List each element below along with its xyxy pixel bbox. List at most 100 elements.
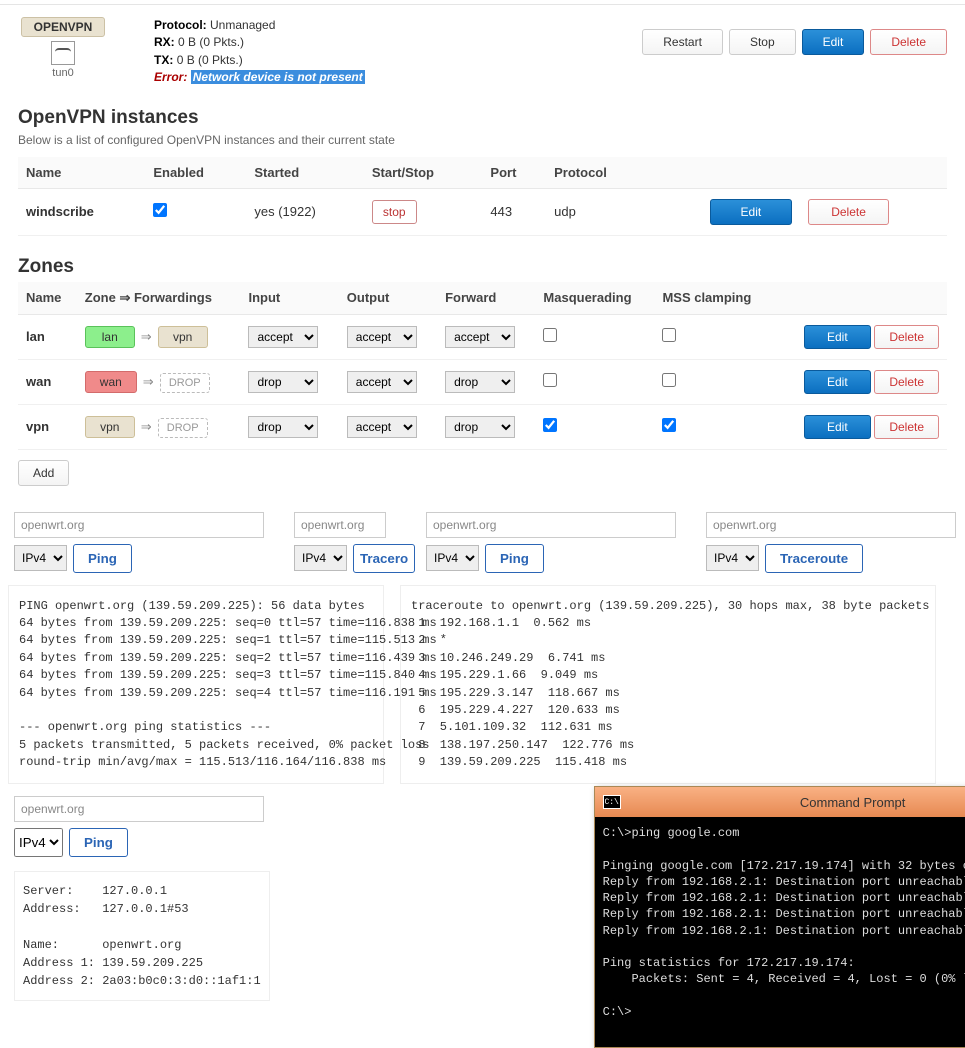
output-select[interactable]: accept — [347, 326, 417, 348]
error-value: Network device is not present — [191, 70, 365, 84]
proto-value: udp — [546, 188, 650, 235]
masq-checkbox[interactable] — [543, 418, 557, 432]
interface-badge: OPENVPN — [21, 17, 106, 37]
zcol-masq: Masquerading — [535, 282, 654, 315]
tx-label: TX: — [154, 53, 173, 67]
masq-checkbox[interactable] — [543, 373, 557, 387]
zcol-forward: Forward — [437, 282, 535, 315]
output-select[interactable]: accept — [347, 371, 417, 393]
enabled-checkbox[interactable] — [153, 203, 167, 217]
traceroute-button-1[interactable]: Tracero — [353, 544, 415, 573]
zone-row: wanwan⇒DROPdropacceptdropEdit Delete — [18, 359, 947, 404]
proto-label: Protocol: — [154, 18, 207, 32]
zone-name: lan — [26, 329, 45, 344]
instance-stop-button[interactable]: stop — [372, 200, 417, 224]
zones-title: Zones — [18, 256, 947, 278]
interface-actions: Restart Stop Edit Delete — [642, 17, 947, 55]
zone-row: vpnvpn⇒DROPdropacceptdropEdit Delete — [18, 404, 947, 449]
proto-value: Unmanaged — [210, 18, 275, 32]
restart-button[interactable]: Restart — [642, 29, 723, 55]
mss-checkbox[interactable] — [662, 328, 676, 342]
zone-dst: DROP — [160, 373, 210, 393]
col-started: Started — [246, 157, 363, 189]
ovpn-title: OpenVPN instances — [18, 107, 947, 129]
zone-delete-button[interactable]: Delete — [874, 325, 939, 349]
col-port: Port — [482, 157, 546, 189]
forward-select[interactable]: drop — [445, 416, 515, 438]
zone-src: vpn — [85, 416, 135, 438]
zone-name: wan — [26, 374, 51, 389]
col-name: Name — [18, 157, 145, 189]
tunnel-icon — [51, 41, 75, 65]
tx-value: 0 B (0 Pkts.) — [177, 53, 243, 67]
zcol-zf: Zone ⇒ Forwardings — [77, 282, 241, 315]
diag-host-input-2[interactable] — [294, 512, 386, 538]
diag-host-input-1[interactable] — [14, 512, 264, 538]
error-label: Error: — [154, 70, 187, 84]
zone-edit-button[interactable]: Edit — [804, 325, 871, 349]
zone-src: wan — [85, 371, 137, 393]
ovpn-table: Name Enabled Started Start/Stop Port Pro… — [18, 157, 947, 236]
zone-dst: vpn — [158, 326, 208, 348]
ovpn-sub: Below is a list of configured OpenVPN in… — [18, 133, 947, 147]
zones-table: Name Zone ⇒ Forwardings Input Output For… — [18, 282, 947, 450]
input-select[interactable]: drop — [248, 371, 318, 393]
instance-delete-button[interactable]: Delete — [808, 199, 889, 225]
edit-button[interactable]: Edit — [802, 29, 865, 55]
interface-devname: tun0 — [18, 67, 108, 79]
masq-checkbox[interactable] — [543, 328, 557, 342]
stop-button[interactable]: Stop — [729, 29, 796, 55]
ipver-select-1[interactable]: IPv4 — [14, 545, 67, 571]
diag-host-input-5[interactable] — [14, 796, 264, 822]
input-select[interactable]: drop — [248, 416, 318, 438]
zcol-name: Name — [18, 282, 77, 315]
port-value: 443 — [482, 188, 546, 235]
col-proto: Protocol — [546, 157, 650, 189]
zcol-mss: MSS clamping — [654, 282, 774, 315]
ipver-select-3[interactable]: IPv4 — [426, 545, 479, 571]
ping-button-2[interactable]: Ping — [485, 544, 544, 573]
col-enabled: Enabled — [145, 157, 246, 189]
ipver-select-5[interactable]: IPv4 — [14, 828, 63, 857]
started-value: yes (1922) — [246, 188, 363, 235]
zone-edit-button[interactable]: Edit — [804, 370, 871, 394]
mss-checkbox[interactable] — [662, 418, 676, 432]
add-zone-button[interactable]: Add — [18, 460, 69, 486]
traceroute-button-2[interactable]: Traceroute — [765, 544, 863, 573]
input-select[interactable]: accept — [248, 326, 318, 348]
arrow-icon: ⇒ — [137, 374, 160, 389]
zone-delete-button[interactable]: Delete — [874, 415, 939, 439]
delete-button[interactable]: Delete — [870, 29, 947, 55]
interface-info: Protocol: Unmanaged RX: 0 B (0 Pkts.) TX… — [154, 17, 365, 87]
ipver-select-4[interactable]: IPv4 — [706, 545, 759, 571]
forward-select[interactable]: drop — [445, 371, 515, 393]
ipver-select-2[interactable]: IPv4 — [294, 545, 347, 571]
interface-row: OPENVPN tun0 Protocol: Unmanaged RX: 0 B… — [0, 9, 965, 95]
zone-dst: DROP — [158, 418, 208, 438]
cmd-titlebar[interactable]: C:\ Command Prompt — ▢ ✕ — [595, 787, 965, 817]
diag-row-top: IPv4 Ping IPv4 Tracero IPv4 Ping IPv4 Tr… — [0, 504, 965, 581]
zone-name: vpn — [26, 419, 49, 434]
cmd-title: Command Prompt — [627, 795, 965, 810]
cmd-body[interactable]: C:\>ping google.com Pinging google.com [… — [595, 817, 965, 1047]
col-startstop: Start/Stop — [364, 157, 483, 189]
zone-delete-button[interactable]: Delete — [874, 370, 939, 394]
ovpn-row: windscribe yes (1922) stop 443 udp Edit … — [18, 188, 947, 235]
forward-select[interactable]: accept — [445, 326, 515, 348]
mss-checkbox[interactable] — [662, 373, 676, 387]
ping-button-1[interactable]: Ping — [73, 544, 132, 573]
zone-edit-button[interactable]: Edit — [804, 415, 871, 439]
ping-button-3[interactable]: Ping — [69, 828, 128, 857]
instance-edit-button[interactable]: Edit — [710, 199, 793, 225]
interface-box: OPENVPN tun0 — [18, 17, 108, 79]
output-select[interactable]: accept — [347, 416, 417, 438]
command-prompt-window: C:\ Command Prompt — ▢ ✕ C:\>ping google… — [594, 786, 965, 1048]
diag-host-input-4[interactable] — [706, 512, 956, 538]
traceroute-output: traceroute to openwrt.org (139.59.209.22… — [400, 585, 936, 785]
ping-output: PING openwrt.org (139.59.209.225): 56 da… — [8, 585, 384, 785]
zone-row: lanlan⇒vpnacceptacceptacceptEdit Delete — [18, 314, 947, 359]
rx-value: 0 B (0 Pkts.) — [178, 35, 244, 49]
cmd-icon: C:\ — [603, 795, 621, 809]
diag-host-input-3[interactable] — [426, 512, 676, 538]
zone-src: lan — [85, 326, 135, 348]
